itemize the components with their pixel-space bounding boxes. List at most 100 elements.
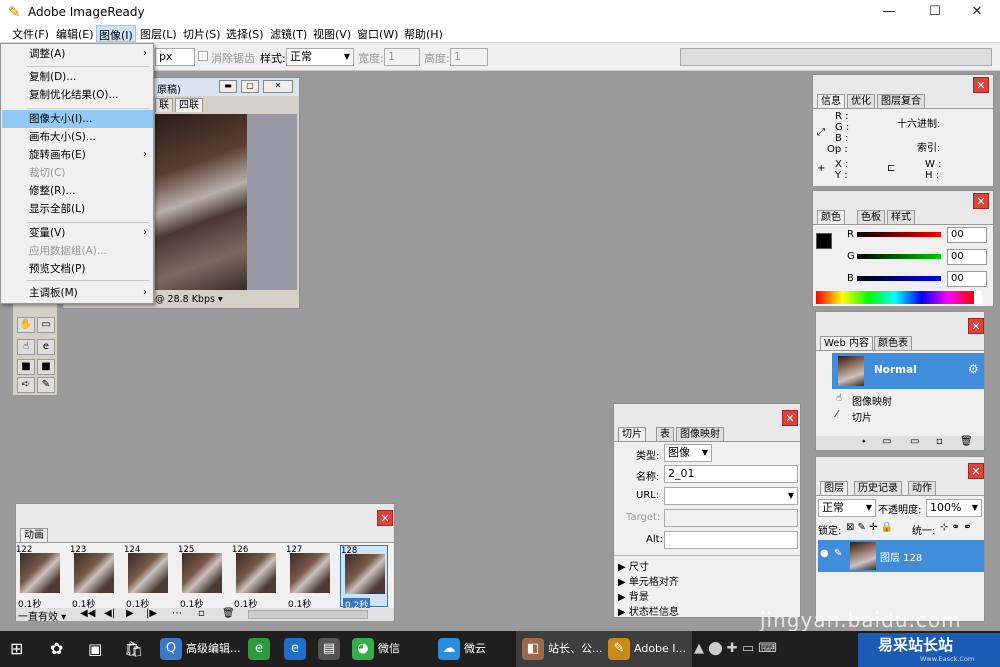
minimize-button[interactable]: — xyxy=(866,0,912,24)
browser-preview-icon[interactable]: e xyxy=(37,339,55,355)
play-icon[interactable]: ▶ xyxy=(126,608,134,619)
edit-icon[interactable]: ✎ xyxy=(37,377,55,393)
web-normal-row[interactable]: Normal ⚙ xyxy=(832,353,984,389)
width-input[interactable]: 1 xyxy=(384,48,420,66)
tab-optimize[interactable]: 优化 xyxy=(847,94,875,108)
close-icon[interactable]: ✕ xyxy=(973,193,989,209)
menu-file[interactable]: 文件(F) xyxy=(12,26,49,42)
rewind-icon[interactable]: ◀◀ xyxy=(80,608,95,619)
animation-frame[interactable]: 126 0.1秒 xyxy=(232,545,280,610)
slice-alt-input[interactable] xyxy=(664,531,798,549)
feather-input[interactable]: px xyxy=(155,48,195,66)
menu-rotate-canvas[interactable]: 旋转画布(E) › xyxy=(2,146,153,164)
color-spectrum[interactable] xyxy=(816,291,974,304)
taskbar-item-browser[interactable]: e xyxy=(248,631,274,667)
animation-frame[interactable]: 122 0.1秒 xyxy=(16,545,64,610)
tab-layer-comps[interactable]: 图层复合 xyxy=(877,94,925,108)
zoom-tool-icon[interactable]: ▭ xyxy=(37,317,55,333)
antialias-checkbox[interactable] xyxy=(198,51,208,61)
hand-tool-icon[interactable]: ✋ xyxy=(17,317,35,333)
menu-filter[interactable]: 滤镜(T) xyxy=(270,26,307,42)
prev-frame-icon[interactable]: ◀| xyxy=(104,608,115,619)
tab-swatches[interactable]: 色板 xyxy=(857,210,885,224)
pointer-tool-icon[interactable]: ☝ xyxy=(17,339,35,355)
windows-start-icon[interactable]: ⊞ xyxy=(10,631,23,667)
tab-color[interactable]: 颜色 xyxy=(817,210,845,224)
next-frame-icon[interactable]: |▶ xyxy=(146,608,157,619)
menu-image[interactable]: 图像(I) xyxy=(96,25,136,42)
taskbar-item-adobe[interactable]: ✎ Adobe I... xyxy=(602,631,693,667)
doc-close-button[interactable]: ✕ xyxy=(263,80,293,93)
frame-scrollbar[interactable] xyxy=(248,610,368,619)
mode-full-icon[interactable]: ■ xyxy=(37,359,55,375)
trash-icon[interactable]: 🗑 xyxy=(960,436,973,447)
close-icon[interactable]: ✕ xyxy=(377,510,393,526)
tab-web-content[interactable]: Web 内容 xyxy=(820,336,873,350)
slice-target-input[interactable] xyxy=(664,509,798,527)
slice-url-input[interactable]: ▼ xyxy=(664,487,798,505)
menu-variables[interactable]: 变量(V) › xyxy=(2,224,153,242)
maximize-button[interactable]: ☐ xyxy=(912,0,958,24)
download-status[interactable]: @ 28.8 Kbps ▾ xyxy=(155,294,223,305)
menu-adjust[interactable]: 调整(A) › xyxy=(2,45,153,63)
web-footer-icon[interactable]: ⬩ xyxy=(862,436,866,447)
web-footer-icon[interactable]: ▭ xyxy=(910,436,919,447)
menu-image-size[interactable]: 图像大小(I)... xyxy=(2,110,153,128)
tab-info[interactable]: 信息 xyxy=(817,94,845,108)
taskbar-item-editor[interactable]: Q 高级编辑... xyxy=(160,631,241,667)
tab-animation[interactable]: 动画 xyxy=(20,528,48,542)
menu-master-palette[interactable]: 主调板(M) › xyxy=(2,284,153,302)
duplicate-frame-icon[interactable]: ▫ xyxy=(198,608,205,619)
green-slider[interactable] xyxy=(857,254,941,259)
section-dimensions[interactable]: ▶ 尺寸 xyxy=(618,558,649,573)
taskbar-item-edge[interactable]: e xyxy=(284,631,310,667)
taskbar-item-wechat[interactable]: ◕ 微信 xyxy=(352,631,400,667)
opacity-input[interactable]: 100% ▼ xyxy=(926,499,982,517)
menu-slice[interactable]: 切片(S) xyxy=(183,26,221,42)
animation-frame-selected[interactable]: 128 0.2秒 xyxy=(340,545,388,611)
unify-icons[interactable]: ⊹ ⚭ ⚭ xyxy=(940,522,972,533)
red-slider[interactable] xyxy=(857,232,941,237)
tab-color-table[interactable]: 颜色表 xyxy=(874,336,912,350)
close-icon[interactable]: ✕ xyxy=(782,410,798,426)
taskbar-item-weiyun[interactable]: ☁ 微云 xyxy=(438,631,486,667)
web-footer-icon[interactable]: ▭ xyxy=(882,436,891,447)
jump-to-icon[interactable]: ➪ xyxy=(17,377,35,393)
menu-edit[interactable]: 编辑(E) xyxy=(56,26,94,42)
tab-4up[interactable]: 四联 xyxy=(175,98,203,112)
taskbar-item-webmaster[interactable]: ◧ 站长、公... xyxy=(516,631,609,667)
mode-standard-icon[interactable]: ■ xyxy=(17,359,35,375)
green-value[interactable]: 00 xyxy=(947,249,987,265)
task-view-icon[interactable]: ▣ xyxy=(88,631,102,667)
tab-table[interactable]: 表 xyxy=(656,427,674,441)
animation-frame[interactable]: 124 0.1秒 xyxy=(124,545,172,610)
blue-slider[interactable] xyxy=(857,276,941,281)
document-image[interactable] xyxy=(155,114,247,290)
close-button[interactable]: ✕ xyxy=(954,0,1000,24)
tab-slice[interactable]: 切片 xyxy=(618,427,646,441)
section-status-bar[interactable]: ▶ 状态栏信息 xyxy=(618,603,679,618)
close-icon[interactable]: ✕ xyxy=(968,318,984,334)
tab-history[interactable]: 历史记录 xyxy=(854,481,902,495)
lock-icons[interactable]: ⊠ ✎ ✛ 🔒 xyxy=(846,522,893,533)
menu-preview-document[interactable]: 预览文档(P) xyxy=(2,260,153,278)
tray-icons[interactable]: ▲ ⬤ ✚ ▭ ⌨ xyxy=(694,631,777,667)
new-icon[interactable]: ▫ xyxy=(936,436,943,447)
tab-styles[interactable]: 样式 xyxy=(887,210,915,224)
eye-icon[interactable]: ● xyxy=(820,548,829,559)
layer-row[interactable]: ● ✎ 图层 128 xyxy=(818,540,984,572)
foreground-swatch[interactable] xyxy=(816,233,832,249)
height-input[interactable]: 1 xyxy=(450,48,488,66)
section-background[interactable]: ▶ 背景 xyxy=(618,588,649,603)
slice-type-select[interactable]: 图像 ▼ xyxy=(664,444,712,462)
menu-duplicate[interactable]: 复制(D)... xyxy=(2,68,153,86)
menu-help[interactable]: 帮助(H) xyxy=(404,26,443,42)
blue-value[interactable]: 00 xyxy=(947,271,987,287)
menu-duplicate-optimized[interactable]: 复制优化结果(O)... xyxy=(2,86,153,104)
menu-apply-dataset[interactable]: 应用数据组(A)... xyxy=(2,242,153,260)
fan-app-icon[interactable]: ✿ xyxy=(50,631,63,667)
menu-view[interactable]: 视图(V) xyxy=(313,26,351,42)
close-icon[interactable]: ✕ xyxy=(973,77,989,93)
menu-window[interactable]: 窗口(W) xyxy=(357,26,398,42)
animation-frame[interactable]: 125 0.1秒 xyxy=(178,545,226,610)
